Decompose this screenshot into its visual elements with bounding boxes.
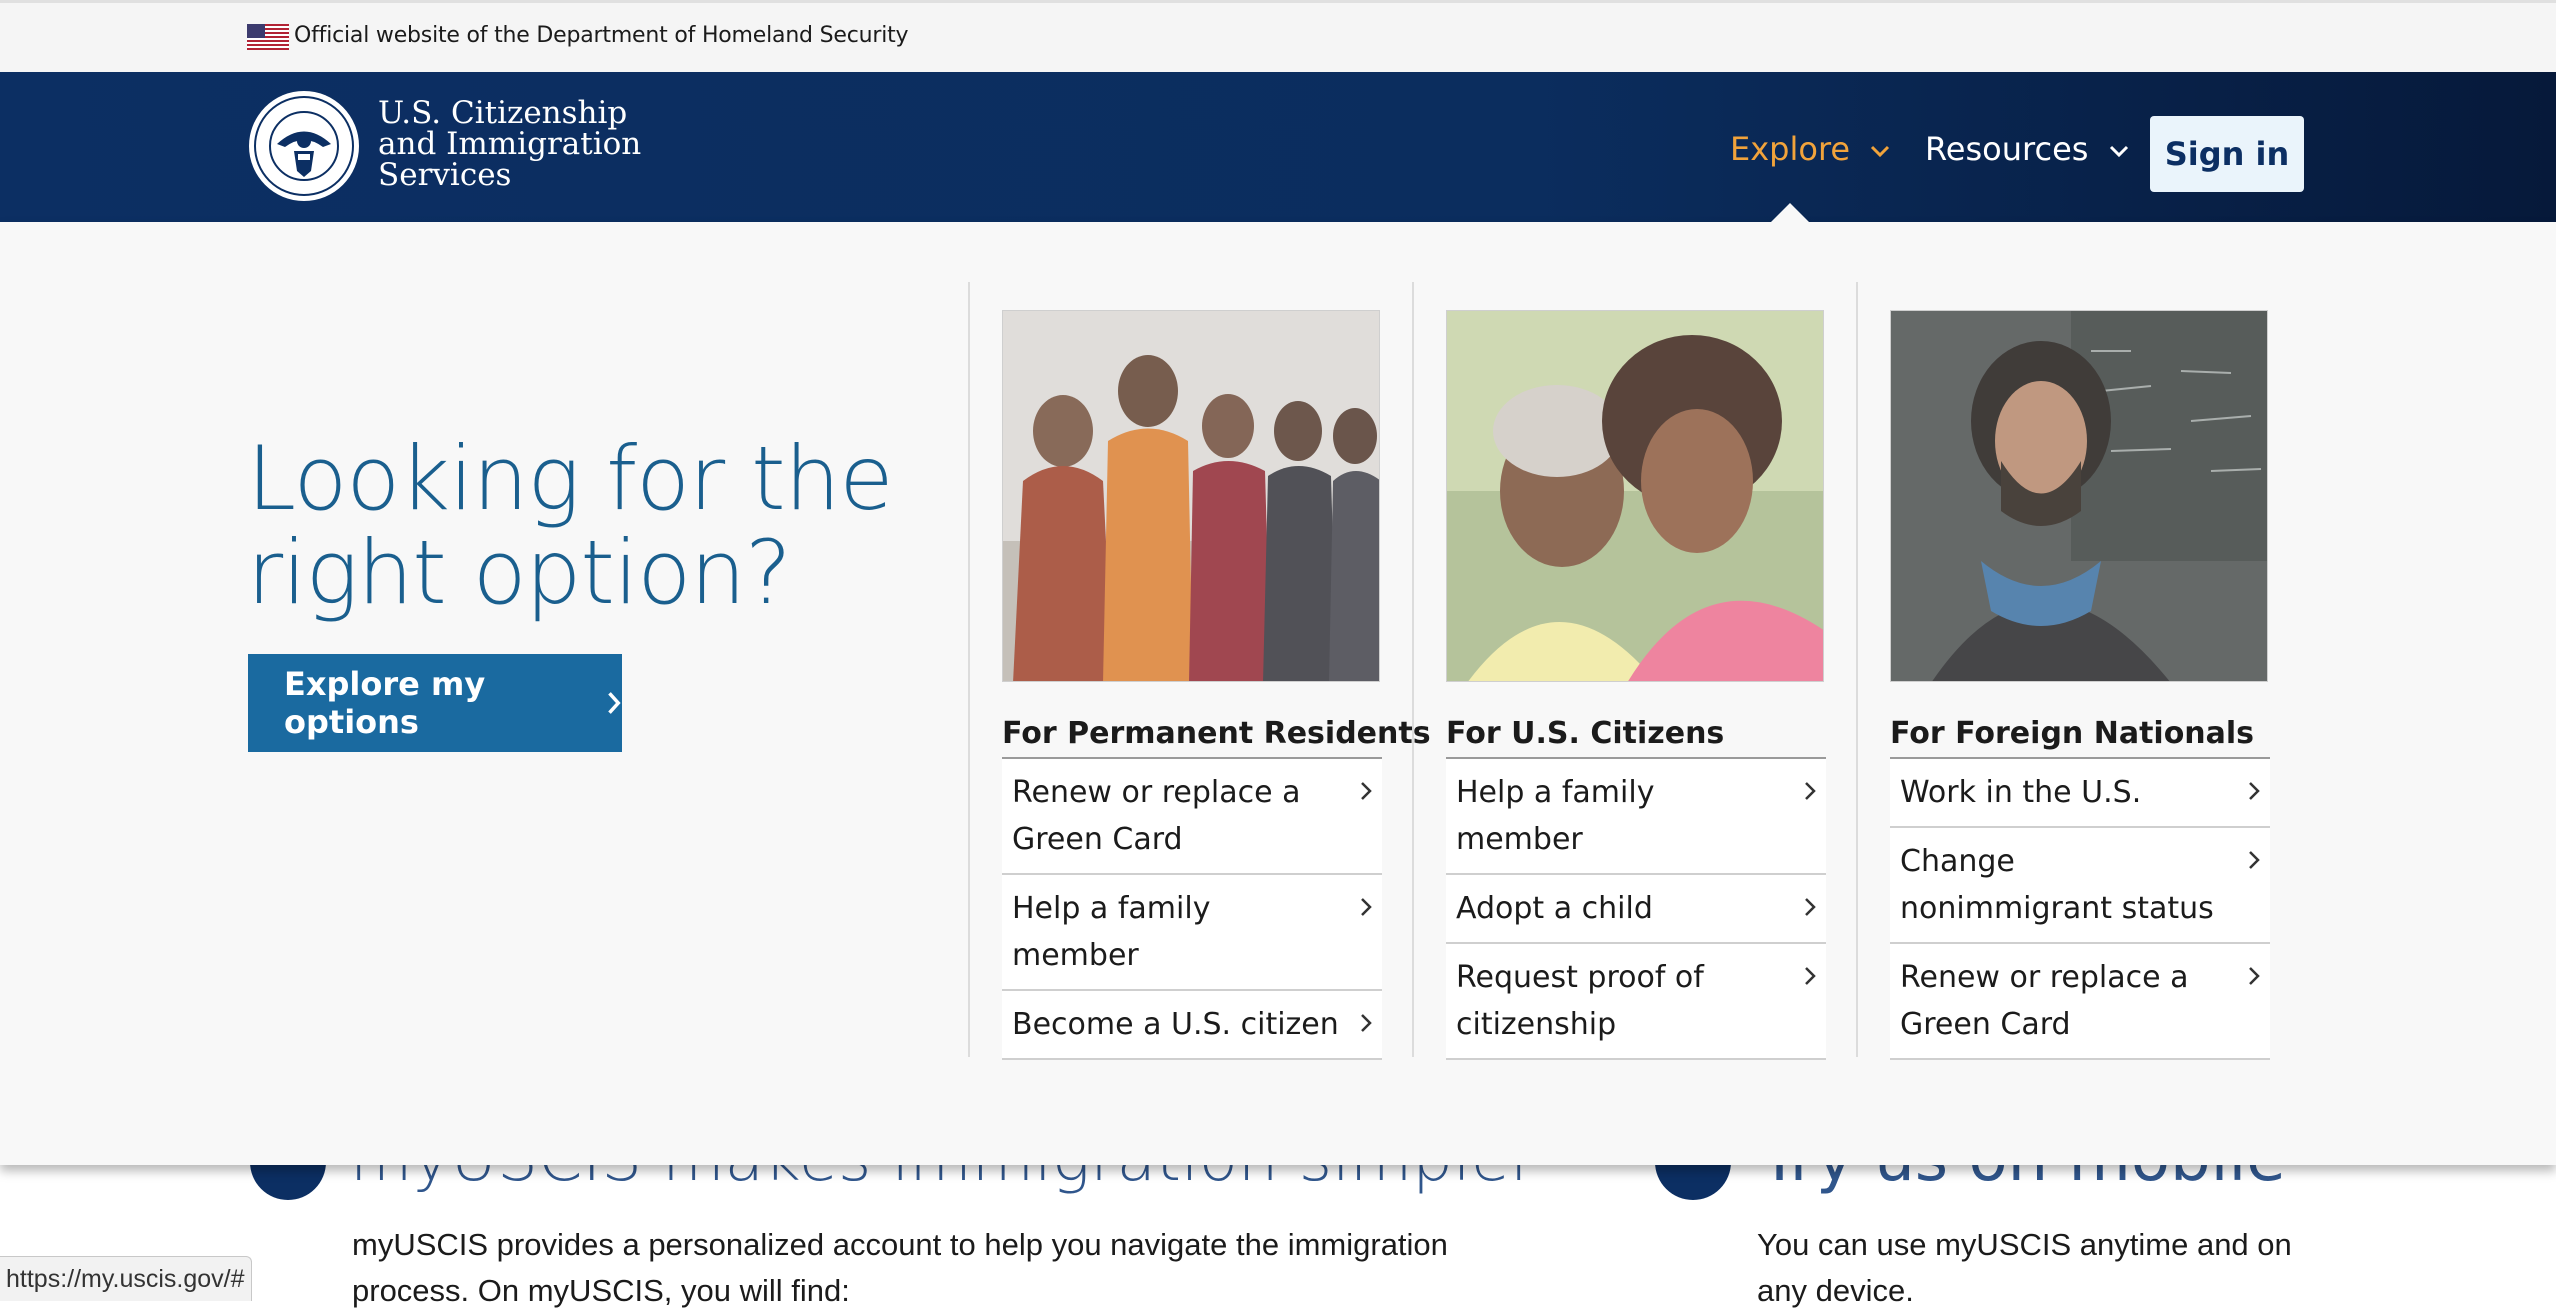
link-help-family-member[interactable]: Help a family member [1002, 875, 1382, 991]
column-us-citizens: For U.S. Citizens Help a family member A… [1446, 310, 1826, 1060]
link-label: Help a family member [1456, 775, 1655, 857]
chevron-right-icon [2249, 851, 2260, 869]
link-label: Request proof of citizenship [1456, 960, 1704, 1042]
link-label: Change nonimmigrant status [1900, 844, 2214, 926]
column-divider [1412, 282, 1414, 1057]
link-label: Work in the U.S. [1900, 775, 2142, 810]
group-of-women-photo [1002, 310, 1380, 682]
link-proof-of-citizenship[interactable]: Request proof of citizenship [1446, 944, 1826, 1060]
underlying-content: myUSCIS makes immigration simpler Try us… [0, 1122, 2556, 1308]
explore-options-button[interactable]: Explore my options [248, 654, 622, 752]
chevron-right-icon [1361, 782, 1372, 800]
link-label: Become a U.S. citizen [1012, 1007, 1339, 1042]
site-header: U.S. Citizenship and Immigration Service… [0, 72, 2556, 222]
mega-menu-title: Looking for the right option? [247, 427, 894, 624]
brand-line: U.S. Citizenship [378, 95, 628, 131]
chevron-right-icon [608, 692, 621, 714]
link-become-citizen[interactable]: Become a U.S. citizen [1002, 991, 1382, 1060]
chevron-right-icon [2249, 967, 2260, 985]
chevron-right-icon [1805, 967, 1816, 985]
link-renew-green-card[interactable]: Renew or replace a Green Card [1002, 759, 1382, 875]
section-paragraph: myUSCIS provides a personalized account … [352, 1227, 1448, 1308]
chevron-right-icon [1805, 782, 1816, 800]
link-change-nonimmigrant-status[interactable]: Change nonimmigrant status [1890, 828, 2270, 944]
link-renew-green-card[interactable]: Renew or replace a Green Card [1890, 944, 2270, 1060]
account-icon [250, 1160, 326, 1200]
link-work-in-us[interactable]: Work in the U.S. [1890, 759, 2270, 828]
link-label: Renew or replace a Green Card [1900, 960, 2189, 1042]
chevron-right-icon [1805, 898, 1816, 916]
nav-resources-label: Resources [1925, 130, 2089, 168]
gov-banner-text: Official website of the Department of Ho… [294, 23, 909, 48]
link-adopt-child[interactable]: Adopt a child [1446, 875, 1826, 944]
nav-explore[interactable]: Explore [1730, 130, 1890, 168]
column-divider [1856, 282, 1858, 1057]
chevron-right-icon [2249, 782, 2260, 800]
menu-caret [1771, 203, 1809, 222]
column-title: For Foreign Nationals [1890, 716, 2270, 759]
link-label: Help a family member [1012, 891, 1211, 973]
man-at-chalkboard-photo [1890, 310, 2268, 682]
brand-line: Services [378, 157, 512, 193]
link-label: Renew or replace a Green Card [1012, 775, 1301, 857]
nav-resources[interactable]: Resources [1925, 130, 2129, 168]
brand-line: and Immigration [378, 126, 642, 162]
explore-options-label: Explore my options [284, 665, 486, 741]
status-bar-url: https://my.uscis.gov/# [0, 1256, 252, 1301]
column-foreign-nationals: For Foreign Nationals Work in the U.S. C… [1890, 310, 2270, 1060]
us-flag-icon [247, 24, 289, 50]
chevron-right-icon [1361, 898, 1372, 916]
chevron-right-icon [1361, 1014, 1372, 1032]
explore-mega-menu: Looking for the right option? Explore my… [0, 222, 2556, 1165]
mobile-icon [1655, 1160, 1731, 1200]
link-help-family-member[interactable]: Help a family member [1446, 759, 1826, 875]
sign-in-button[interactable]: Sign in [2150, 116, 2304, 192]
section-paragraph: You can use myUSCIS anytime and on any d… [1757, 1227, 2292, 1308]
brand-wordmark[interactable]: U.S. Citizenship and Immigration Service… [378, 98, 641, 191]
column-permanent-residents: For Permanent Residents Renew or replace… [1002, 310, 1431, 1060]
dhs-seal-icon[interactable] [247, 89, 361, 203]
nav-explore-label: Explore [1730, 130, 1851, 168]
column-title: For Permanent Residents [1002, 716, 1431, 759]
link-label: Adopt a child [1456, 891, 1653, 926]
mother-daughter-photo [1446, 310, 1824, 682]
column-divider [968, 282, 970, 1057]
column-title: For U.S. Citizens [1446, 716, 1826, 759]
gov-banner: Official website of the Department of Ho… [0, 0, 2556, 72]
chevron-down-icon [2109, 145, 2128, 158]
chevron-down-icon [1871, 145, 1890, 158]
